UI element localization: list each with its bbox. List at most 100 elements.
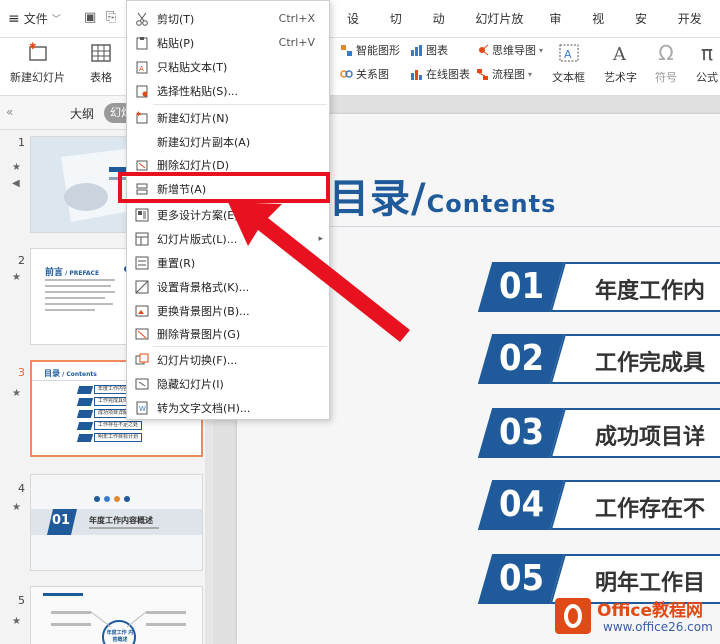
tab-outline[interactable]: 大纲 xyxy=(70,105,94,122)
reset-icon xyxy=(135,256,149,270)
chart-button[interactable]: 图表 xyxy=(410,42,448,58)
office-logo-icon xyxy=(555,598,591,634)
flow-chart-icon xyxy=(476,68,489,81)
menu-item-hide-slide[interactable]: 隐藏幻灯片(I) xyxy=(127,372,329,395)
flow-chart-label: 流程图 xyxy=(492,68,525,81)
tab-review[interactable]: 审阅 xyxy=(538,0,581,64)
new-slide-button[interactable]: ✱ 新建幻灯片 xyxy=(10,42,65,85)
toc-item[interactable]: 02 工作完成具 xyxy=(477,334,720,384)
animation-star-icon: ★ xyxy=(12,502,21,513)
symbol-label: 符号 xyxy=(655,71,677,84)
art-text-button[interactable]: A 艺术字 xyxy=(604,42,637,85)
svg-text:A: A xyxy=(139,65,144,73)
art-text-icon: A xyxy=(610,42,632,64)
thumb-title: 年度工作内容概述 xyxy=(89,516,153,525)
file-menu[interactable]: ≡ 文件 ﹀ xyxy=(8,10,61,27)
file-menu-label: 文件 xyxy=(23,12,48,26)
toc-number: 02 xyxy=(499,338,545,379)
textbox-icon: A xyxy=(558,42,580,64)
toc-item[interactable]: 01 年度工作内 xyxy=(477,262,720,312)
menu-item-duplicate-slide[interactable]: 新建幻灯片副本(A) xyxy=(127,130,329,153)
menu-item-paste-special[interactable]: 选择性粘贴(S)... xyxy=(127,79,329,102)
svg-text:A: A xyxy=(612,44,627,64)
paste-icon xyxy=(135,36,149,50)
tab-animation[interactable]: 动画 xyxy=(422,0,465,64)
animation-star-icon: ★ xyxy=(12,388,21,399)
art-text-label: 艺术字 xyxy=(604,71,637,84)
slide-thumbnail-5[interactable]: 年度工作 内容概述 xyxy=(30,586,203,644)
collapse-pane-icon[interactable]: « xyxy=(6,105,13,119)
smart-art-icon xyxy=(340,44,353,57)
slide-title-en: Contents xyxy=(426,190,557,218)
toc-number: 03 xyxy=(499,412,545,453)
online-chart-button[interactable]: 在线图表 xyxy=(410,66,470,82)
transition-icon xyxy=(135,353,149,367)
textbox-label: 文本框 xyxy=(552,71,585,84)
tab-developer[interactable]: 开发工 xyxy=(667,0,720,64)
animation-star-icon: ★ xyxy=(12,162,21,173)
tab-slideshow[interactable]: 幻灯片放映 xyxy=(464,0,538,64)
table-button[interactable]: 表格 xyxy=(90,42,112,85)
tab-security[interactable]: 安全 xyxy=(624,0,667,64)
chevron-down-icon: ▾ xyxy=(528,69,533,79)
tab-design[interactable]: 设计 xyxy=(336,0,379,64)
save-icon[interactable]: ▣ xyxy=(84,10,96,25)
layout-icon xyxy=(135,232,149,246)
flow-chart-button[interactable]: 流程图 ▾ xyxy=(476,66,532,82)
menu-item-new-slide[interactable]: ✱ 新建幻灯片(N) xyxy=(127,106,329,129)
omega-icon: Ω xyxy=(658,41,674,65)
toc-item[interactable]: 04 工作存在不 xyxy=(477,480,720,530)
menu-separator xyxy=(153,104,327,105)
slide-number: 3 xyxy=(18,366,25,379)
thumb-center-text: 年度工作 内容概述 xyxy=(106,630,134,643)
mind-map-button[interactable]: 思维导图 ▾ xyxy=(476,42,543,58)
menu-item-slide-transition[interactable]: 幻灯片切换(F)... xyxy=(127,348,329,371)
chart-label: 图表 xyxy=(426,44,448,57)
new-slide-label: 新建幻灯片 xyxy=(10,71,65,84)
thumb-number: 01 xyxy=(52,513,71,528)
menu-item-convert-to-doc[interactable]: W 转为文字文档(H)... xyxy=(127,396,329,419)
ribbon-toolbar: ✱ 新建幻灯片 表格 智能图形 图表 思维导图 ▾ 关系图 在线图表 流程图 ▾… xyxy=(0,38,720,96)
new-slide-icon: ✱ xyxy=(135,111,149,125)
thumb-subtitle: Contents xyxy=(66,371,97,378)
delete-image-icon xyxy=(135,327,149,341)
hide-slide-icon xyxy=(135,377,149,391)
animation-star-icon: ★ xyxy=(12,616,21,627)
toc-text: 年度工作内 xyxy=(595,279,706,304)
smart-art-button[interactable]: 智能图形 xyxy=(340,42,400,58)
design-icon xyxy=(135,208,149,222)
menu-bar: ≡ 文件 ﹀ ▣ ⎘ 设计 切换 动画 幻灯片放映 审阅 视图 安全 开发工 xyxy=(0,0,720,64)
menu-item-paste[interactable]: 粘贴(P) Ctrl+V xyxy=(127,31,329,54)
toc-item[interactable]: 03 成功项目详 xyxy=(477,408,720,458)
toc-number: 04 xyxy=(499,484,545,525)
toc-text: 成功项目详 xyxy=(595,425,706,450)
svg-text:✱: ✱ xyxy=(29,42,37,52)
new-slide-icon: ✱ xyxy=(27,42,49,64)
paste-special-icon xyxy=(135,84,149,98)
pi-icon: π xyxy=(700,41,714,65)
chevron-down-icon: ▾ xyxy=(539,45,544,55)
relation-button[interactable]: 关系图 xyxy=(340,66,389,82)
chart-icon xyxy=(410,44,423,57)
chevron-down-icon: ﹀ xyxy=(51,15,61,25)
delete-slide-icon xyxy=(135,158,149,172)
tab-transition[interactable]: 切换 xyxy=(379,0,422,64)
svg-text:✱: ✱ xyxy=(136,111,141,118)
slide-number: 1 xyxy=(18,136,25,149)
formula-button[interactable]: π 公式 xyxy=(696,41,718,85)
toc-number: 01 xyxy=(499,266,545,307)
textbox-button[interactable]: A 文本框 xyxy=(552,42,585,85)
clipboard-icon[interactable]: ⎘ xyxy=(106,10,116,25)
menu-item-paste-text-only[interactable]: A 只粘贴文本(T) xyxy=(127,55,329,78)
toc-text: 明年工作目 xyxy=(595,571,706,596)
slide-thumbnail-4[interactable]: 01 年度工作内容概述 xyxy=(30,474,203,571)
symbol-button[interactable]: Ω 符号 xyxy=(655,41,677,85)
online-chart-icon xyxy=(410,68,423,81)
mind-map-icon xyxy=(476,44,489,57)
tab-view[interactable]: 视图 xyxy=(581,0,624,64)
speaker-icon: ◀ xyxy=(12,178,20,189)
menu-item-cut[interactable]: 剪切(T) Ctrl+X xyxy=(127,7,329,30)
mind-map-label: 思维导图 xyxy=(492,44,536,57)
document-icon: W xyxy=(135,401,149,415)
watermark: Office教程网 www.office26.com xyxy=(555,594,720,644)
